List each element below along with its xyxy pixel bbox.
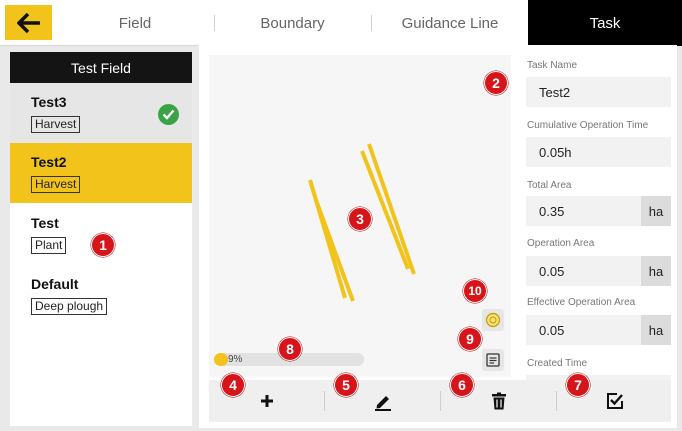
task-type-badge: Harvest bbox=[31, 176, 81, 193]
annotation-marker-3: 3 bbox=[348, 207, 372, 231]
annotation-marker-9: 9 bbox=[458, 327, 482, 351]
effective-area-label: Effective Operation Area bbox=[527, 297, 636, 308]
area-unit: ha bbox=[641, 256, 671, 286]
annotation-marker-2: 2 bbox=[484, 71, 508, 95]
trash-icon bbox=[491, 392, 506, 410]
top-bar: Field Boundary Guidance Line Task bbox=[0, 0, 682, 46]
task-item-test3[interactable]: Test3 Harvest bbox=[10, 83, 192, 143]
cumulative-time-field: 0.05h bbox=[526, 137, 671, 167]
back-button[interactable] bbox=[5, 5, 52, 40]
task-item-default[interactable]: Default Deep plough bbox=[10, 265, 192, 325]
task-name-label: Task Name bbox=[527, 60, 578, 71]
created-time-label: Created Time bbox=[527, 358, 588, 369]
task-info-button[interactable] bbox=[482, 349, 504, 371]
check-circle-icon bbox=[158, 104, 179, 125]
tab-task[interactable]: Task bbox=[528, 0, 682, 46]
task-type-badge: Deep plough bbox=[31, 298, 108, 315]
field-name-header: Test Field bbox=[10, 52, 192, 83]
tab-field[interactable]: Field bbox=[56, 0, 214, 46]
task-name: Default bbox=[31, 276, 79, 292]
task-type-badge: Harvest bbox=[31, 116, 81, 133]
annotation-marker-6: 6 bbox=[450, 373, 474, 397]
pencil-icon bbox=[374, 396, 391, 411]
operation-area-label: Operation Area bbox=[527, 238, 595, 249]
tab-boundary[interactable]: Boundary bbox=[215, 0, 370, 46]
tab-guidance-line[interactable]: Guidance Line bbox=[372, 0, 528, 46]
compass-button[interactable] bbox=[482, 309, 504, 331]
checkbox-icon bbox=[606, 393, 623, 409]
progress-fill bbox=[214, 353, 228, 366]
task-name: Test3 bbox=[31, 94, 67, 110]
annotation-marker-10: 10 bbox=[463, 279, 487, 303]
annotation-marker-7: 7 bbox=[566, 373, 590, 397]
task-name: Test bbox=[31, 215, 59, 231]
task-type-badge: Plant bbox=[31, 237, 67, 254]
area-unit: ha bbox=[641, 315, 671, 345]
annotation-marker-5: 5 bbox=[334, 373, 358, 397]
cumulative-time-label: Cumulative Operation Time bbox=[527, 120, 649, 131]
task-toolbar bbox=[209, 380, 671, 422]
progress-label: 9% bbox=[228, 354, 243, 365]
plus-icon bbox=[260, 395, 273, 407]
total-area-label: Total Area bbox=[527, 180, 572, 191]
compass-icon bbox=[485, 312, 501, 328]
annotation-marker-1: 1 bbox=[91, 233, 115, 257]
task-name-field[interactable]: Test2 bbox=[526, 77, 671, 107]
task-name: Test2 bbox=[31, 154, 67, 170]
area-unit: ha bbox=[641, 196, 671, 226]
annotation-marker-4: 4 bbox=[221, 373, 245, 397]
task-item-test2[interactable]: Test2 Harvest bbox=[10, 143, 192, 203]
annotation-marker-8: 8 bbox=[278, 337, 302, 361]
arrow-left-icon bbox=[16, 12, 40, 33]
info-card-icon bbox=[486, 353, 500, 367]
